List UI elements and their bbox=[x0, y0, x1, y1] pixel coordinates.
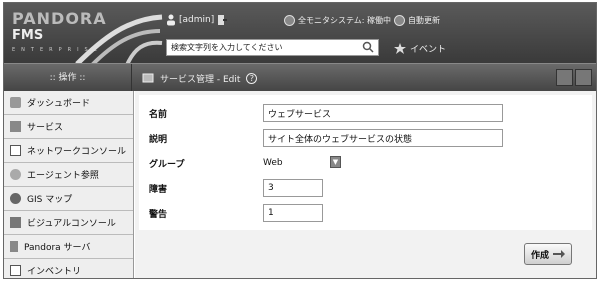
search-icon[interactable] bbox=[362, 41, 374, 53]
service-edit-form: 名前 ウェブサービス 説明 サイト全体のウェブサービスの状態 グループ Web … bbox=[139, 95, 592, 230]
group-select[interactable]: Web ▼ bbox=[263, 156, 341, 170]
warning-label: 警告 bbox=[149, 209, 168, 220]
sidebar-item-agent-browser[interactable]: エージェント参照 bbox=[4, 163, 133, 187]
user-name[interactable]: [admin] bbox=[179, 15, 214, 25]
sidebar-item-pandora-server[interactable]: Pandora サーバ bbox=[4, 235, 133, 259]
chevron-down-icon[interactable]: ▼ bbox=[330, 156, 341, 168]
status-ok-icon bbox=[284, 14, 295, 26]
critical-label: 障害 bbox=[149, 184, 168, 195]
logout-icon[interactable] bbox=[217, 14, 228, 26]
form-row-name: 名前 ウェブサービス bbox=[139, 101, 592, 125]
group-label: グループ bbox=[149, 159, 185, 170]
arrow-right-icon bbox=[553, 250, 565, 258]
help-icon[interactable]: ? bbox=[246, 72, 258, 84]
dashboard-icon bbox=[10, 97, 21, 108]
create-button-label: 作成 bbox=[530, 250, 549, 261]
sidebar-item-label: サービス bbox=[27, 123, 64, 133]
visual-console-icon bbox=[10, 217, 21, 228]
logo-swirl-icon bbox=[75, 14, 163, 67]
form-row-warning: 警告 1 bbox=[139, 201, 592, 225]
sidebar-item-gis-map[interactable]: GIS マップ bbox=[4, 187, 133, 211]
form-row-description: 説明 サイト全体のウェブサービスの状態 bbox=[139, 126, 592, 150]
title-bar: :: 操作 :: サービス管理 - Edit ? bbox=[4, 63, 596, 92]
logo-line2: FMS bbox=[12, 28, 44, 43]
form-row-group: グループ Web ▼ bbox=[139, 151, 592, 175]
create-button[interactable]: 作成 bbox=[524, 243, 572, 265]
setup-icon[interactable] bbox=[556, 69, 573, 86]
sidebar-item-visual-console[interactable]: ビジュアルコンソール bbox=[4, 211, 133, 235]
critical-field[interactable]: 3 bbox=[263, 179, 323, 197]
sidebar-item-label: エージェント参照 bbox=[27, 171, 99, 181]
status-text: 全モニタシステム: 稼働中 bbox=[298, 15, 391, 25]
form-row-critical: 障害 3 bbox=[139, 176, 592, 200]
main-content: 名前 ウェブサービス 説明 サイト全体のウェブサービスの状態 グループ Web … bbox=[135, 91, 596, 278]
sidebar-item-dashboard[interactable]: ダッシュボード bbox=[4, 91, 133, 115]
pandora-fms-logo[interactable]: PANDORA FMS ENTERPRISE bbox=[12, 9, 163, 67]
system-status: 全モニタシステム: 稼働中 自動更新 bbox=[284, 13, 440, 27]
event-icon bbox=[394, 43, 406, 54]
menu-title: :: 操作 :: bbox=[4, 64, 132, 92]
description-label: 説明 bbox=[149, 134, 168, 145]
service-icon bbox=[142, 73, 154, 83]
inventory-icon bbox=[10, 265, 21, 276]
app-window: PANDORA FMS ENTERPRISE [admin] 全モニタシステム:… bbox=[3, 2, 597, 279]
page-title: サービス管理 - Edit bbox=[160, 74, 241, 85]
agent-icon bbox=[10, 169, 21, 180]
group-select-value: Web bbox=[263, 158, 283, 168]
service-icon bbox=[10, 121, 21, 132]
sidebar-item-label: ネットワークコンソール bbox=[27, 147, 127, 157]
network-console-icon bbox=[10, 145, 21, 156]
description-field[interactable]: サイト全体のウェブサービスの状態 bbox=[263, 129, 503, 147]
event-label: イベント bbox=[410, 45, 447, 55]
sidebar-item-services[interactable]: サービス bbox=[4, 115, 133, 139]
user-icon bbox=[167, 14, 175, 26]
sidebar-item-label: GIS マップ bbox=[27, 195, 73, 205]
sidebar-item-label: Pandora サーバ bbox=[24, 243, 91, 253]
service-list-icon[interactable] bbox=[575, 69, 592, 86]
search-input[interactable]: 検索文字列を入力してください bbox=[166, 39, 379, 56]
page-title-group: サービス管理 - Edit ? bbox=[142, 64, 258, 92]
gis-map-icon bbox=[10, 193, 21, 204]
sidebar-item-label: インベントリ bbox=[27, 267, 82, 277]
sidebar-item-inventory[interactable]: インベントリ bbox=[4, 259, 133, 278]
sidebar-item-network-console[interactable]: ネットワークコンソール bbox=[4, 139, 133, 163]
sidebar-item-label: ダッシュボード bbox=[27, 99, 91, 109]
top-header: PANDORA FMS ENTERPRISE [admin] 全モニタシステム:… bbox=[4, 3, 596, 67]
server-icon bbox=[10, 241, 18, 252]
sidebar-item-label: ビジュアルコンソール bbox=[27, 219, 116, 229]
user-area[interactable]: [admin] bbox=[166, 13, 230, 27]
autorefresh-icon[interactable] bbox=[394, 14, 405, 26]
warning-field[interactable]: 1 bbox=[263, 204, 323, 222]
sidebar: ダッシュボード サービス ネットワークコンソール エージェント参照 GIS マッ… bbox=[4, 91, 134, 278]
name-field[interactable]: ウェブサービス bbox=[263, 104, 503, 122]
event-link[interactable]: イベント bbox=[394, 42, 446, 55]
search-placeholder: 検索文字列を入力してください bbox=[171, 43, 283, 52]
name-label: 名前 bbox=[149, 109, 168, 120]
autorefresh-link[interactable]: 自動更新 bbox=[408, 15, 440, 26]
